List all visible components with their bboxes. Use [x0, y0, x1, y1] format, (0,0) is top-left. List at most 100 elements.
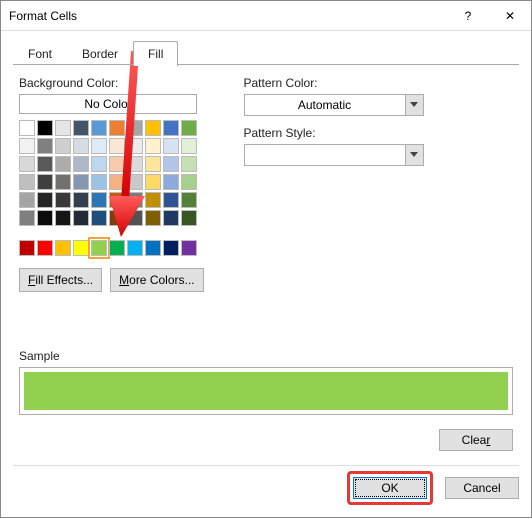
color-swatch[interactable]	[55, 156, 71, 172]
tab-font[interactable]: Font	[13, 41, 67, 66]
color-swatch[interactable]	[37, 192, 53, 208]
pattern-style-combo[interactable]	[244, 144, 424, 166]
color-swatch[interactable]	[37, 138, 53, 154]
color-swatch[interactable]	[19, 240, 35, 256]
tab-border[interactable]: Border	[67, 41, 133, 66]
color-swatch[interactable]	[181, 240, 197, 256]
color-swatch[interactable]	[37, 156, 53, 172]
color-swatch[interactable]	[163, 174, 179, 190]
more-colors-button[interactable]: More Colors...	[110, 268, 203, 292]
color-swatch[interactable]	[145, 210, 161, 226]
standard-color-row	[19, 240, 204, 256]
clear-button[interactable]: Clear	[439, 429, 513, 451]
color-swatch[interactable]	[181, 138, 197, 154]
color-swatch[interactable]	[163, 138, 179, 154]
color-swatch[interactable]	[181, 192, 197, 208]
sample-section: Sample	[19, 349, 513, 415]
cancel-button[interactable]: Cancel	[445, 477, 519, 499]
no-color-button[interactable]: No Color	[19, 94, 197, 114]
color-swatch[interactable]	[181, 156, 197, 172]
tab-strip: Font Border Fill	[13, 41, 531, 65]
color-swatch[interactable]	[163, 240, 179, 256]
color-swatch[interactable]	[127, 240, 143, 256]
clear-row: Clear	[439, 429, 513, 451]
pattern-color-value: Automatic	[245, 98, 405, 112]
color-swatch[interactable]	[37, 240, 53, 256]
color-swatch[interactable]	[181, 174, 197, 190]
color-swatch[interactable]	[109, 240, 125, 256]
color-swatch[interactable]	[109, 192, 125, 208]
color-swatch[interactable]	[73, 174, 89, 190]
color-swatch[interactable]	[145, 156, 161, 172]
left-column: Background Color: No Color Fill Effects.…	[19, 76, 204, 292]
color-swatch[interactable]	[127, 138, 143, 154]
color-swatch[interactable]	[73, 156, 89, 172]
color-swatch[interactable]	[19, 210, 35, 226]
color-swatch[interactable]	[91, 240, 107, 256]
color-swatch[interactable]	[19, 192, 35, 208]
color-swatch[interactable]	[145, 192, 161, 208]
color-swatch[interactable]	[181, 120, 197, 136]
color-swatch[interactable]	[163, 192, 179, 208]
help-button[interactable]: ?	[447, 1, 489, 31]
color-swatch[interactable]	[163, 156, 179, 172]
color-swatch[interactable]	[37, 174, 53, 190]
color-swatch[interactable]	[163, 120, 179, 136]
pattern-style-label: Pattern Style:	[244, 126, 424, 140]
color-swatch[interactable]	[109, 138, 125, 154]
color-swatch[interactable]	[19, 156, 35, 172]
color-swatch[interactable]	[73, 240, 89, 256]
right-column: Pattern Color: Automatic Pattern Style:	[244, 76, 424, 292]
effects-button-row: Fill Effects... More Colors...	[19, 268, 204, 292]
ok-button[interactable]: OK	[353, 477, 427, 499]
color-swatch[interactable]	[145, 174, 161, 190]
color-swatch[interactable]	[91, 192, 107, 208]
pattern-color-combo[interactable]: Automatic	[244, 94, 424, 116]
close-button[interactable]: ✕	[489, 1, 531, 31]
color-swatch[interactable]	[109, 210, 125, 226]
color-swatch[interactable]	[91, 210, 107, 226]
format-cells-dialog: Format Cells ? ✕ Font Border Fill Backgr…	[0, 0, 532, 518]
color-swatch[interactable]	[163, 210, 179, 226]
color-swatch[interactable]	[55, 192, 71, 208]
color-swatch[interactable]	[37, 210, 53, 226]
color-swatch[interactable]	[145, 138, 161, 154]
footer-separator	[13, 465, 519, 466]
color-swatch[interactable]	[127, 192, 143, 208]
color-swatch[interactable]	[55, 120, 71, 136]
color-swatch[interactable]	[145, 120, 161, 136]
color-swatch[interactable]	[55, 138, 71, 154]
color-swatch[interactable]	[145, 240, 161, 256]
color-swatch[interactable]	[127, 120, 143, 136]
fill-effects-button[interactable]: Fill Effects...	[19, 268, 102, 292]
tab-fill[interactable]: Fill	[133, 41, 178, 66]
pattern-color-label: Pattern Color:	[244, 76, 424, 90]
color-swatch[interactable]	[37, 120, 53, 136]
color-swatch[interactable]	[127, 174, 143, 190]
color-swatch[interactable]	[109, 174, 125, 190]
color-swatch[interactable]	[73, 138, 89, 154]
sample-label: Sample	[19, 349, 513, 363]
color-swatch[interactable]	[19, 174, 35, 190]
color-swatch[interactable]	[73, 120, 89, 136]
color-swatch[interactable]	[91, 156, 107, 172]
color-swatch[interactable]	[91, 120, 107, 136]
color-swatch[interactable]	[109, 120, 125, 136]
color-swatch[interactable]	[181, 210, 197, 226]
color-swatch[interactable]	[127, 156, 143, 172]
color-swatch[interactable]	[73, 210, 89, 226]
color-swatch[interactable]	[109, 156, 125, 172]
color-swatch[interactable]	[91, 174, 107, 190]
color-swatch[interactable]	[55, 210, 71, 226]
window-title: Format Cells	[9, 9, 447, 23]
color-swatch[interactable]	[91, 138, 107, 154]
dialog-body: Background Color: No Color Fill Effects.…	[1, 66, 531, 292]
color-swatch[interactable]	[73, 192, 89, 208]
color-swatch[interactable]	[19, 138, 35, 154]
ok-highlight-annotation: OK	[347, 471, 433, 505]
color-swatch[interactable]	[127, 210, 143, 226]
color-swatch[interactable]	[19, 120, 35, 136]
footer-buttons: OK Cancel	[347, 471, 519, 505]
color-swatch[interactable]	[55, 240, 71, 256]
color-swatch[interactable]	[55, 174, 71, 190]
